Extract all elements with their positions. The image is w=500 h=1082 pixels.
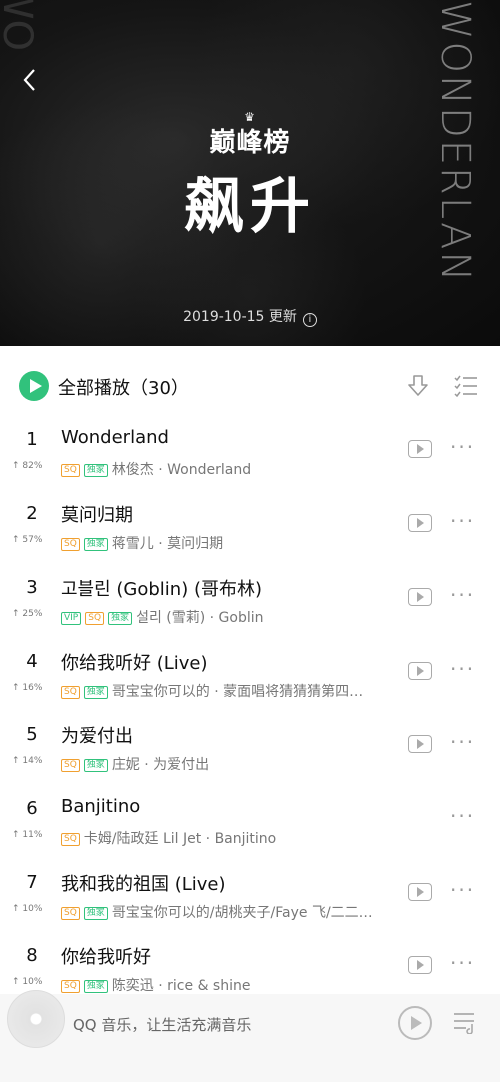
song-row[interactable]: 4 ↑ 16% 你给我听好 (Live) SQ 独家 哥宝宝你可以的 · 蒙面唱将猜猜猜第… [0, 643, 500, 717]
song-trend: ↑ 25% [12, 609, 43, 619]
more-options-icon[interactable]: ··· [450, 878, 480, 902]
logo-text: 巅峰榜 [209, 128, 291, 158]
song-row[interactable]: 2 ↑ 57% 莫问归期 SQ 独家 蒋雪儿 · 莫问归期 ··· [0, 495, 500, 569]
background-text-left: WO [0, 0, 40, 52]
song-meta: SQ 独家 陈奕迅 · rice & shine [61, 975, 396, 995]
song-rank: 4 [26, 651, 38, 672]
song-title[interactable]: 你给我听好 (Live) [61, 649, 208, 675]
more-options-icon[interactable]: ··· [450, 509, 480, 533]
exclusive-badge: 独家 [83, 759, 108, 772]
song-row[interactable]: 6 ↑ 11% Banjitino SQ 卡姆/陆政廷 Lil Jet · Banjit… [0, 790, 500, 864]
mv-play-icon[interactable] [408, 588, 432, 606]
song-artist-album: 卡姆/陆政廷 Lil Jet · Banjitino [83, 831, 277, 847]
song-title[interactable]: Banjitino [61, 796, 140, 817]
sq-badge: SQ [61, 907, 80, 920]
mv-play-icon[interactable] [408, 440, 432, 458]
song-trend: ↑ 16% [12, 683, 43, 693]
crown-icon: ♛ [244, 110, 256, 124]
sq-badge: SQ [61, 686, 80, 699]
song-meta: SQ 独家 哥宝宝你可以的 · 蒙面唱将猜猜猜第四… [61, 681, 396, 701]
song-row[interactable]: 1 ↑ 82% Wonderland SQ 独家 林俊杰 · Wonderland ··· [0, 421, 500, 495]
chart-logo: ♛ 巅峰榜 [0, 110, 500, 159]
song-title[interactable]: 为爱付出 [61, 722, 133, 748]
song-trend: ↑ 14% [12, 756, 43, 766]
song-artist-album: 설리 (雪莉) · Goblin [136, 610, 264, 626]
chevron-left-icon[interactable] [20, 66, 40, 94]
sq-badge: SQ [61, 833, 80, 846]
sq-badge: SQ [85, 612, 105, 625]
download-icon[interactable] [405, 373, 431, 399]
song-title[interactable]: Wonderland [61, 427, 169, 448]
more-options-icon[interactable]: ··· [450, 657, 480, 681]
song-meta: SQ 独家 庄妮 · 为爱付出 [61, 754, 396, 774]
song-rank: 1 [26, 429, 38, 450]
song-artist-album: 哥宝宝你可以的 · 蒙面唱将猜猜猜第四… [111, 684, 364, 700]
playlist-icon[interactable] [452, 1010, 478, 1034]
sq-badge: SQ [61, 538, 80, 551]
song-rank: 2 [26, 503, 38, 524]
song-meta: SQ 独家 蒋雪儿 · 莫问归期 [61, 533, 396, 553]
multi-select-icon[interactable] [453, 373, 479, 399]
update-info[interactable]: 2019-10-15 更新 i [0, 306, 500, 327]
song-rank: 8 [26, 945, 38, 966]
exclusive-badge: 独家 [83, 538, 108, 551]
play-icon[interactable] [398, 1006, 432, 1040]
mv-play-icon[interactable] [408, 735, 432, 753]
exclusive-badge: 独家 [83, 907, 108, 920]
song-trend: ↑ 11% [12, 830, 43, 840]
play-all-button[interactable] [19, 371, 49, 401]
page-title: 飙升 [184, 172, 316, 242]
exclusive-badge: 独家 [83, 980, 108, 993]
vip-badge: VIP [61, 612, 82, 625]
song-rank: 7 [26, 872, 38, 893]
more-options-icon[interactable]: ··· [450, 583, 480, 607]
song-title[interactable]: 你给我听好 [61, 943, 151, 969]
play-all-bar: 全部播放（30） [0, 346, 500, 416]
song-meta: VIP SQ 独家 설리 (雪莉) · Goblin [61, 607, 396, 627]
song-meta: SQ 卡姆/陆政廷 Lil Jet · Banjitino [61, 828, 396, 848]
song-trend: ↑ 57% [12, 535, 43, 545]
more-options-icon[interactable]: ··· [450, 951, 480, 975]
exclusive-badge: 独家 [83, 464, 108, 477]
update-date: 2019-10-15 更新 [183, 309, 297, 325]
song-row[interactable]: 7 ↑ 10% 我和我的祖国 (Live) SQ 独家 哥宝宝你可以的/胡桃夹子/Faye… [0, 864, 500, 938]
chart-header: WO WONDERLAN ♛ 巅峰榜 飙升 2019-10-15 更新i [0, 0, 500, 346]
more-options-icon[interactable]: ··· [450, 730, 480, 754]
song-artist-album: 蒋雪儿 · 莫问归期 [111, 536, 224, 552]
sq-badge: SQ [61, 464, 80, 477]
song-artist-album: 哥宝宝你可以的/胡桃夹子/Faye 飞/二二… [111, 905, 373, 921]
exclusive-badge: 独家 [108, 612, 133, 625]
song-trend: ↑ 82% [12, 461, 43, 471]
mv-play-icon[interactable] [408, 956, 432, 974]
song-artist-album: 庄妮 · 为爱付出 [111, 757, 210, 773]
song-artist-album: 陈奕迅 · rice & shine [111, 978, 251, 994]
album-disc[interactable] [7, 990, 65, 1048]
mv-play-icon[interactable] [408, 514, 432, 532]
info-icon[interactable]: i [302, 313, 317, 327]
exclusive-badge: 独家 [83, 686, 108, 699]
more-options-icon[interactable]: ··· [450, 435, 480, 459]
mv-play-icon[interactable] [408, 662, 432, 680]
song-rank: 5 [26, 724, 38, 745]
mini-player[interactable]: QQ 音乐，让生活充满音乐 [0, 990, 500, 1054]
song-rank: 3 [26, 577, 38, 598]
song-meta: SQ 独家 哥宝宝你可以的/胡桃夹子/Faye 飞/二二… [61, 902, 396, 922]
song-meta: SQ 独家 林俊杰 · Wonderland [61, 459, 396, 479]
sq-badge: SQ [61, 759, 80, 772]
sq-badge: SQ [61, 980, 80, 993]
mv-play-icon[interactable] [408, 883, 432, 901]
play-all-label[interactable]: 全部播放（30） [58, 374, 189, 400]
song-trend: ↑ 10% [12, 904, 43, 914]
song-title[interactable]: 莫问归期 [61, 501, 133, 527]
more-options-icon[interactable]: ··· [450, 804, 480, 828]
bottom-safe-area [0, 1054, 500, 1082]
song-rank: 6 [26, 798, 38, 819]
song-row[interactable]: 5 ↑ 14% 为爱付出 SQ 独家 庄妮 · 为爱付出 ··· [0, 716, 500, 790]
song-artist-album: 林俊杰 · Wonderland [111, 462, 252, 478]
song-title[interactable]: 我和我的祖国 (Live) [61, 870, 226, 896]
song-title[interactable]: 고블린 (Goblin) (哥布林) [61, 575, 262, 601]
song-trend: ↑ 10% [12, 977, 43, 987]
player-slogan: QQ 音乐，让生活充满音乐 [73, 1016, 252, 1034]
song-row[interactable]: 3 ↑ 25% 고블린 (Goblin) (哥布林) VIP SQ 独家 설리 (雪莉) ·… [0, 569, 500, 643]
